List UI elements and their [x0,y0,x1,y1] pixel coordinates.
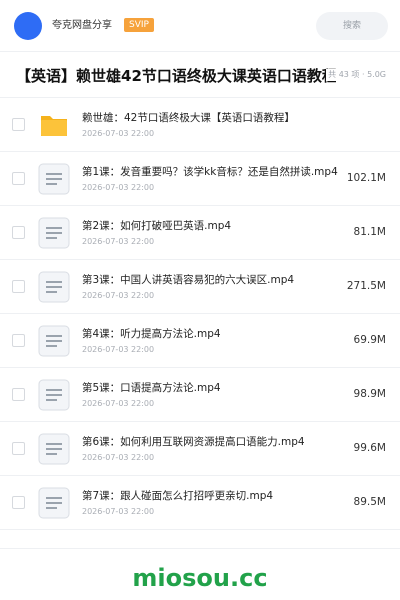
file-list: 赖世雄：42节口语终极大课【英语口语教程】 2026-07-03 22:00 第1课… [0,98,400,530]
file-name[interactable]: 赖世雄：42节口语终极大课【英语口语教程】 [82,110,344,126]
select-checkbox[interactable] [12,172,25,185]
file-row[interactable]: 第6课：如何利用互联网资源提高口语能力.mp4 2026-07-03 22:00 9… [0,422,400,476]
file-name[interactable]: 第2课：如何打破哑巴英语.mp4 [82,218,344,234]
file-date: 2026-07-03 22:00 [82,399,155,408]
file-date: 2026-07-03 22:00 [82,453,155,462]
sharer-name[interactable]: 夸克网盘分享 [52,19,112,33]
video-file-icon [38,217,70,249]
video-file-icon [38,433,70,465]
file-size: 69.9M [353,334,386,346]
file-name[interactable]: 第7课：跟人碰面怎么打招呼更亲切.mp4 [82,488,344,504]
video-file-icon [38,379,70,411]
file-row[interactable]: 第3课：中国人讲英语容易犯的六大误区.mp4 2026-07-03 22:00 27… [0,260,400,314]
select-checkbox[interactable] [12,442,25,455]
file-date: 2026-07-03 22:00 [82,237,155,246]
search-placeholder: 搜索 [342,21,361,31]
file-date: 2026-07-03 22:00 [82,129,155,138]
file-name[interactable]: 第3课：中国人讲英语容易犯的六大误区.mp4 [82,272,344,288]
folder-row[interactable]: 赖世雄：42节口语终极大课【英语口语教程】 2026-07-03 22:00 [0,98,400,152]
file-size: 102.1M [346,172,386,184]
share-meta: 共 43 项 · 5.0G [326,69,386,81]
avatar[interactable] [14,12,42,40]
page-title: 【英语】赖世雄42节口语终极大课英语口语教程 [16,67,336,85]
file-row[interactable]: 第4课：听力提高方法论.mp4 2026-07-03 22:00 69.9M [0,314,400,368]
video-file-icon [38,325,70,357]
select-checkbox[interactable] [12,226,25,239]
svip-badge: SVIP [124,18,154,32]
video-file-icon [38,487,70,519]
select-checkbox[interactable] [12,280,25,293]
folder-icon [38,109,70,141]
file-size: 98.9M [353,388,386,400]
top-bar: 夸克网盘分享 SVIP 搜索 [0,0,400,52]
file-date: 2026-07-03 22:00 [82,345,155,354]
file-size: 81.1M [353,226,386,238]
file-date: 2026-07-03 22:00 [82,507,155,516]
share-title-bar: 【英语】赖世雄42节口语终极大课英语口语教程 共 43 项 · 5.0G [0,52,400,98]
file-size: 99.6M [353,442,386,454]
file-date: 2026-07-03 22:00 [82,291,155,300]
file-row[interactable]: 第1课：发音重要吗？该学kk音标？还是自然拼读.mp4 2026-07-03 22… [0,152,400,206]
select-checkbox[interactable] [12,118,25,131]
select-checkbox[interactable] [12,388,25,401]
file-size: 271.5M [346,280,386,292]
file-row[interactable]: 第5课：口语提高方法论.mp4 2026-07-03 22:00 98.9M [0,368,400,422]
file-name[interactable]: 第5课：口语提高方法论.mp4 [82,380,344,396]
file-row[interactable]: 第2课：如何打破哑巴英语.mp4 2026-07-03 22:00 81.1M [0,206,400,260]
search-input[interactable]: 搜索 [316,12,388,40]
file-size: 89.5M [353,496,386,508]
file-date: 2026-07-03 22:00 [82,183,155,192]
select-checkbox[interactable] [12,496,25,509]
file-name[interactable]: 第6课：如何利用互联网资源提高口语能力.mp4 [82,434,344,450]
file-name[interactable]: 第4课：听力提高方法论.mp4 [82,326,344,342]
file-row[interactable]: 第7课：跟人碰面怎么打招呼更亲切.mp4 2026-07-03 22:00 89.5… [0,476,400,530]
watermark-text: miosou.cc [132,564,268,592]
video-file-icon [38,163,70,195]
video-file-icon [38,271,70,303]
file-name[interactable]: 第1课：发音重要吗？该学kk音标？还是自然拼读.mp4 [82,164,344,180]
select-checkbox[interactable] [12,334,25,347]
